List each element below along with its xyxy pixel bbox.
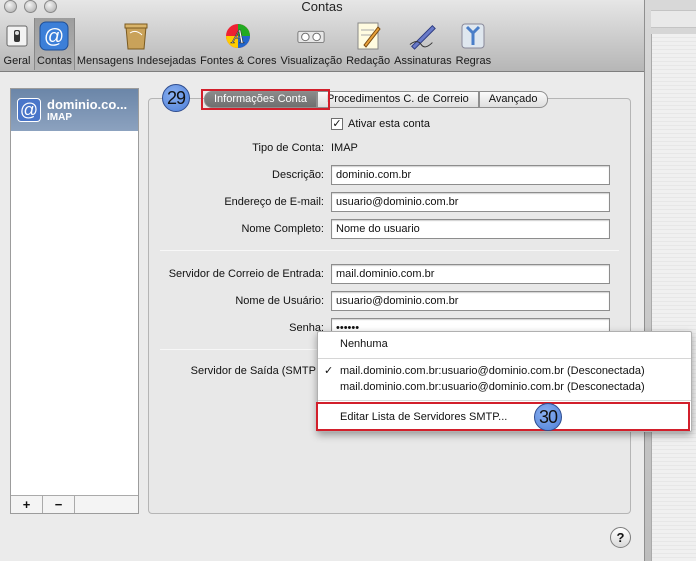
- toolbar-label: Visualização: [280, 55, 343, 67]
- tab-avancado[interactable]: Avançado: [478, 91, 548, 108]
- rules-icon: [458, 21, 488, 51]
- enable-account-checkbox[interactable]: ✓: [331, 118, 343, 130]
- toolbar-label: Assinaturas: [394, 55, 452, 67]
- enable-account-label: Ativar esta conta: [348, 118, 430, 130]
- menu-item-none[interactable]: Nenhuma: [340, 338, 388, 350]
- accounts-list[interactable]: @ dominio.co... IMAP + −: [10, 88, 139, 514]
- smtp-server-label: Servidor de Saída (SMTP: [190, 365, 316, 377]
- menu-separator: [318, 400, 691, 401]
- glasses-icon: [296, 21, 326, 51]
- toolbar-mensagens-indesejadas[interactable]: Mensagens Indesejadas: [75, 18, 198, 70]
- fullname-field[interactable]: Nome do usuario: [331, 219, 610, 239]
- menu-item-smtp-server-2[interactable]: mail.dominio.com.br:usuario@dominio.com.…: [340, 381, 645, 393]
- toolbar-label: Contas: [37, 55, 72, 67]
- toolbar-label: Fontes & Cores: [200, 55, 277, 67]
- toolbar-geral[interactable]: Geral: [0, 18, 34, 70]
- highlight-box-tab: [201, 89, 330, 110]
- email-field[interactable]: usuario@dominio.com.br: [331, 192, 610, 212]
- incoming-server-label: Servidor de Correio de Entrada:: [168, 268, 324, 280]
- account-type-label: Tipo de Conta:: [252, 142, 324, 154]
- description-field[interactable]: dominio.com.br: [331, 165, 610, 185]
- incoming-server-field[interactable]: mail.dominio.com.br: [331, 264, 610, 284]
- step-badge: 30: [534, 403, 562, 431]
- account-item[interactable]: @ dominio.co... IMAP: [11, 89, 138, 131]
- toolbar-assinaturas[interactable]: Assinaturas: [392, 18, 453, 70]
- window-title: Contas: [301, 0, 343, 14]
- email-label: Endereço de E-mail:: [224, 196, 324, 208]
- tab-procedimentos[interactable]: Procedimentos C. de Correio: [316, 91, 479, 108]
- help-button[interactable]: ?: [610, 527, 631, 548]
- menu-item-smtp-server-1[interactable]: mail.dominio.com.br:usuario@dominio.com.…: [340, 365, 645, 377]
- account-type-value: IMAP: [331, 142, 358, 154]
- description-label: Descrição:: [272, 169, 324, 181]
- toolbar-regras[interactable]: Regras: [454, 18, 493, 70]
- toolbar-label: Regras: [455, 55, 492, 67]
- toolbar-redacao[interactable]: Redação: [344, 18, 392, 70]
- fullname-label: Nome Completo:: [241, 223, 324, 235]
- toolbar-label: Geral: [3, 55, 31, 67]
- step-badge: 29: [162, 84, 190, 112]
- at-icon: @: [17, 98, 41, 122]
- add-account-button[interactable]: +: [11, 496, 43, 513]
- color-font-icon: A: [223, 21, 253, 51]
- username-label: Nome de Usuário:: [235, 295, 324, 307]
- checkmark-icon: ✓: [324, 365, 334, 377]
- toolbar-visualizacao[interactable]: Visualização: [279, 18, 345, 70]
- accounts-list-footer: + −: [11, 495, 138, 513]
- svg-text:A: A: [230, 26, 245, 48]
- preferences-toolbar: Geral @ Contas Mensagens Indesejadas A F…: [0, 18, 493, 70]
- toolbar-label: Redação: [346, 55, 391, 67]
- title-bar: Contas Geral @ Contas Mensagens Indeseja…: [0, 0, 644, 72]
- pen-icon: [408, 21, 438, 51]
- preferences-window: Contas Geral @ Contas Mensagens Indeseja…: [0, 0, 645, 561]
- account-type: IMAP: [47, 111, 72, 123]
- toolbar-label: Mensagens Indesejadas: [76, 55, 197, 67]
- background-window: [643, 0, 696, 561]
- at-icon: @: [39, 21, 69, 51]
- trash-bin-icon: [121, 21, 151, 51]
- switch-icon: [2, 21, 32, 51]
- remove-account-button[interactable]: −: [43, 496, 75, 513]
- highlight-box-menu: [316, 402, 690, 431]
- username-field[interactable]: usuario@dominio.com.br: [331, 291, 610, 311]
- toolbar-contas[interactable]: @ Contas: [34, 18, 75, 70]
- compose-icon: [353, 21, 383, 51]
- menu-separator: [318, 358, 691, 359]
- toolbar-fontes-cores[interactable]: A Fontes & Cores: [198, 18, 278, 70]
- divider: [160, 250, 619, 251]
- svg-text:@: @: [44, 26, 64, 48]
- checkmark-icon: ✓: [332, 118, 342, 130]
- account-name: dominio.co...: [47, 96, 128, 112]
